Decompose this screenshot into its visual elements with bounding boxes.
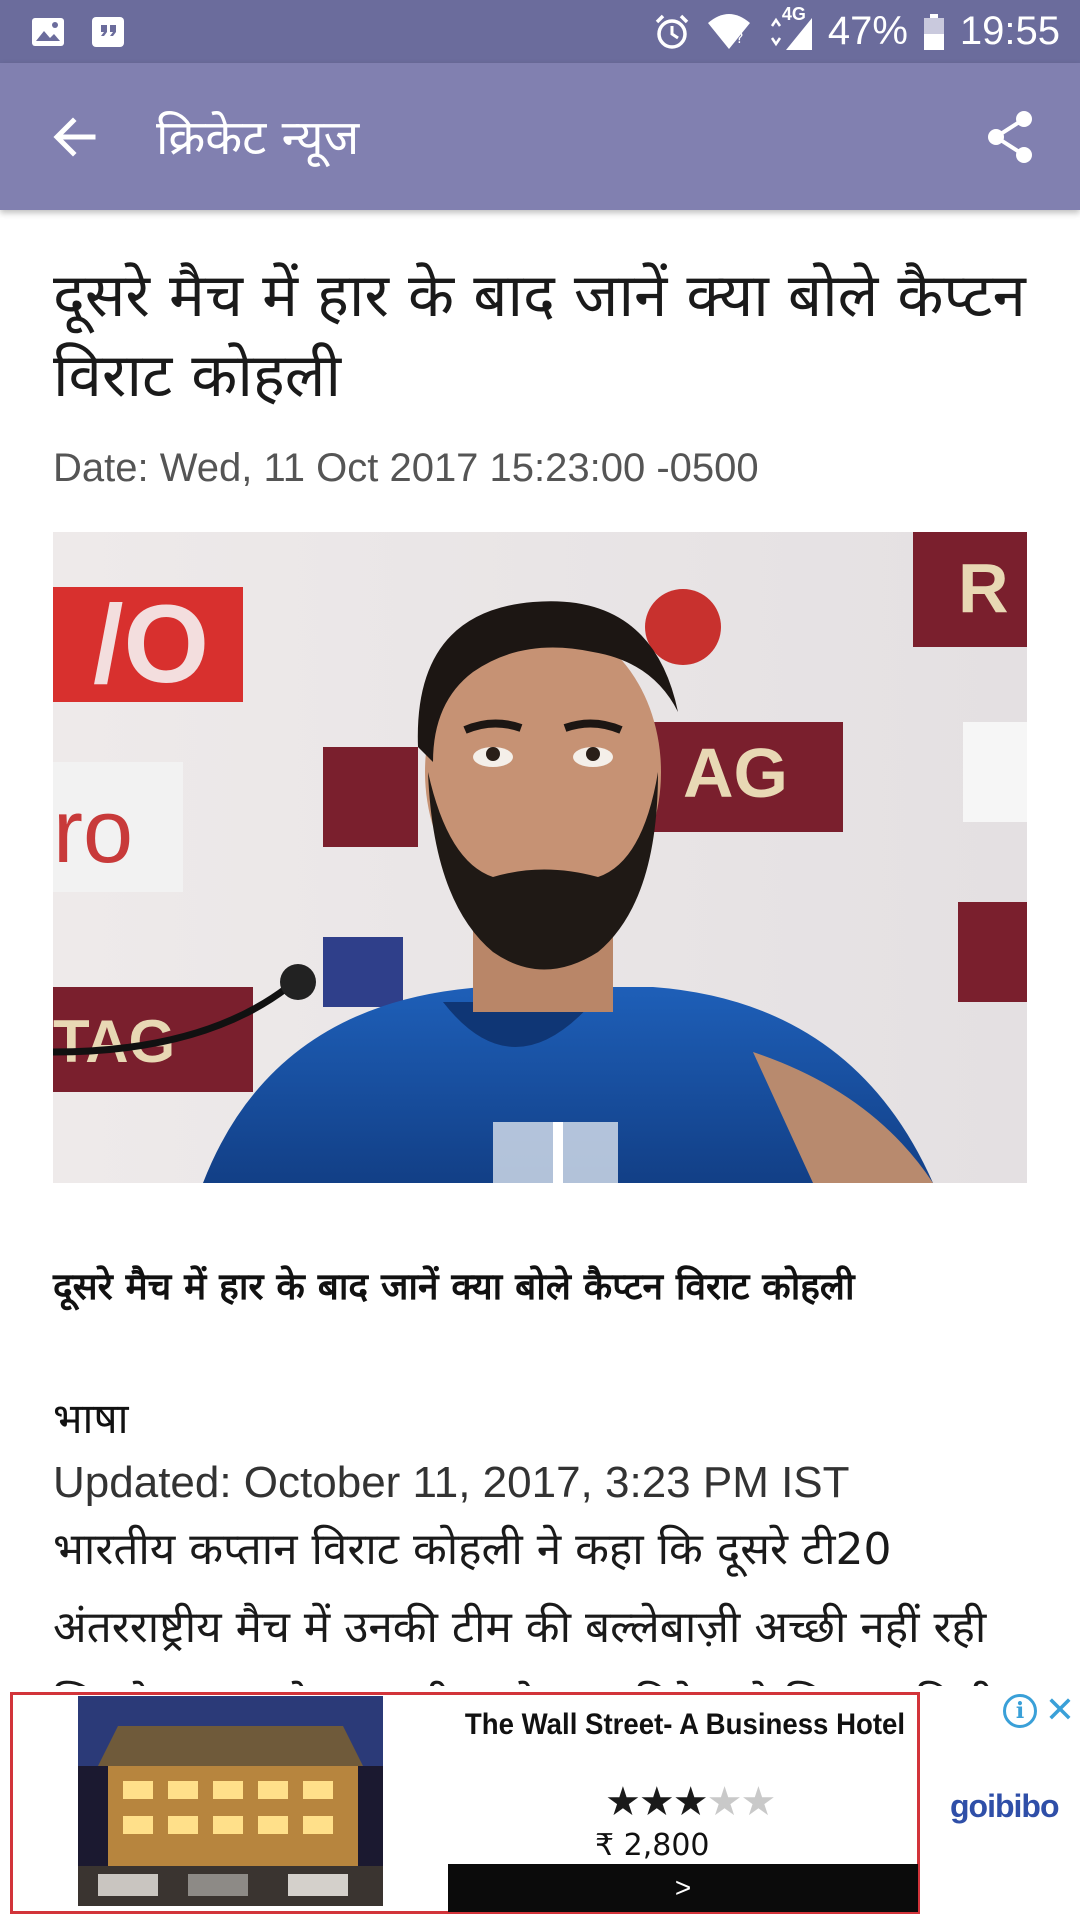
ad-brand-text: goibibo — [950, 1788, 1060, 1824]
svg-text:R: R — [958, 549, 1009, 627]
ad-rating-stars: ★★★★★ — [605, 1779, 776, 1825]
star-icon: ★ — [706, 1779, 743, 1825]
ad-price: ₹ 2,800 — [595, 1828, 710, 1863]
wifi-icon: ? — [706, 13, 752, 51]
ad-banner[interactable]: The Wall Street- A Business Hotel ★★★★★ … — [0, 1686, 1080, 1920]
article-headline: दूसरे मैच में हार के बाद जानें क्या बोले… — [53, 261, 1026, 411]
star-icon: ★ — [672, 1779, 709, 1825]
ad-brand-logo[interactable]: goibibo — [950, 1788, 1060, 1825]
article-subhead: दूसरे मैच में हार के बाद जानें क्या बोले… — [53, 1265, 855, 1308]
signal-icon: 4G — [766, 4, 814, 52]
article: दूसरे मैच में हार के बाद जानें क्या बोले… — [53, 210, 1027, 1745]
app-notification-icon — [90, 14, 126, 50]
svg-text:ro: ro — [53, 782, 133, 882]
ad-hotel-name[interactable]: The Wall Street- A Business Hotel — [460, 1708, 911, 1742]
status-right: ? 4G 47% 19:55 — [652, 4, 1060, 54]
app-title: क्रिकेट न्यूज — [156, 110, 360, 166]
article-byline: भाषा — [53, 1394, 129, 1443]
article-date: Date: Wed, 11 Oct 2017 15:23:00 -0500 — [53, 446, 759, 490]
battery-icon — [922, 12, 946, 52]
gallery-notification-icon — [30, 14, 66, 50]
star-icon: ★ — [605, 1779, 641, 1825]
share-button[interactable] — [940, 63, 1080, 210]
alarm-icon — [652, 12, 692, 52]
hero-image: /O ro AG R TAG — [53, 532, 1027, 1183]
star-icon: ★ — [638, 1779, 675, 1825]
press-conference-photo: /O ro AG R TAG — [53, 532, 1027, 1183]
ad-close-icon[interactable]: ✕ — [1042, 1690, 1078, 1731]
svg-text:AG: AG — [683, 734, 788, 812]
share-icon — [988, 110, 1032, 163]
network-type: 4G — [781, 3, 806, 24]
ad-hotel-image[interactable] — [78, 1696, 383, 1906]
article-updated: Updated: October 11, 2017, 3:23 PM IST — [53, 1458, 850, 1507]
ad-info-icon[interactable]: i — [1003, 1694, 1037, 1728]
svg-text:?: ? — [736, 31, 743, 47]
arrow-left-icon — [53, 116, 96, 157]
battery-percent: 47% — [827, 9, 908, 53]
screen: ? 4G 47% 19:55 क्रिकेट न्यूज दूसरे मैच म… — [0, 0, 1080, 1920]
back-button[interactable] — [0, 63, 150, 210]
status-bar: ? 4G 47% 19:55 — [0, 0, 1080, 63]
svg-text:/O: /O — [93, 583, 209, 706]
ad-cta-button[interactable]: > — [448, 1864, 918, 1912]
app-bar: क्रिकेट न्यूज — [0, 63, 1080, 210]
clock: 19:55 — [959, 9, 1060, 53]
star-icon: ★ — [740, 1779, 776, 1825]
status-left — [30, 14, 126, 50]
